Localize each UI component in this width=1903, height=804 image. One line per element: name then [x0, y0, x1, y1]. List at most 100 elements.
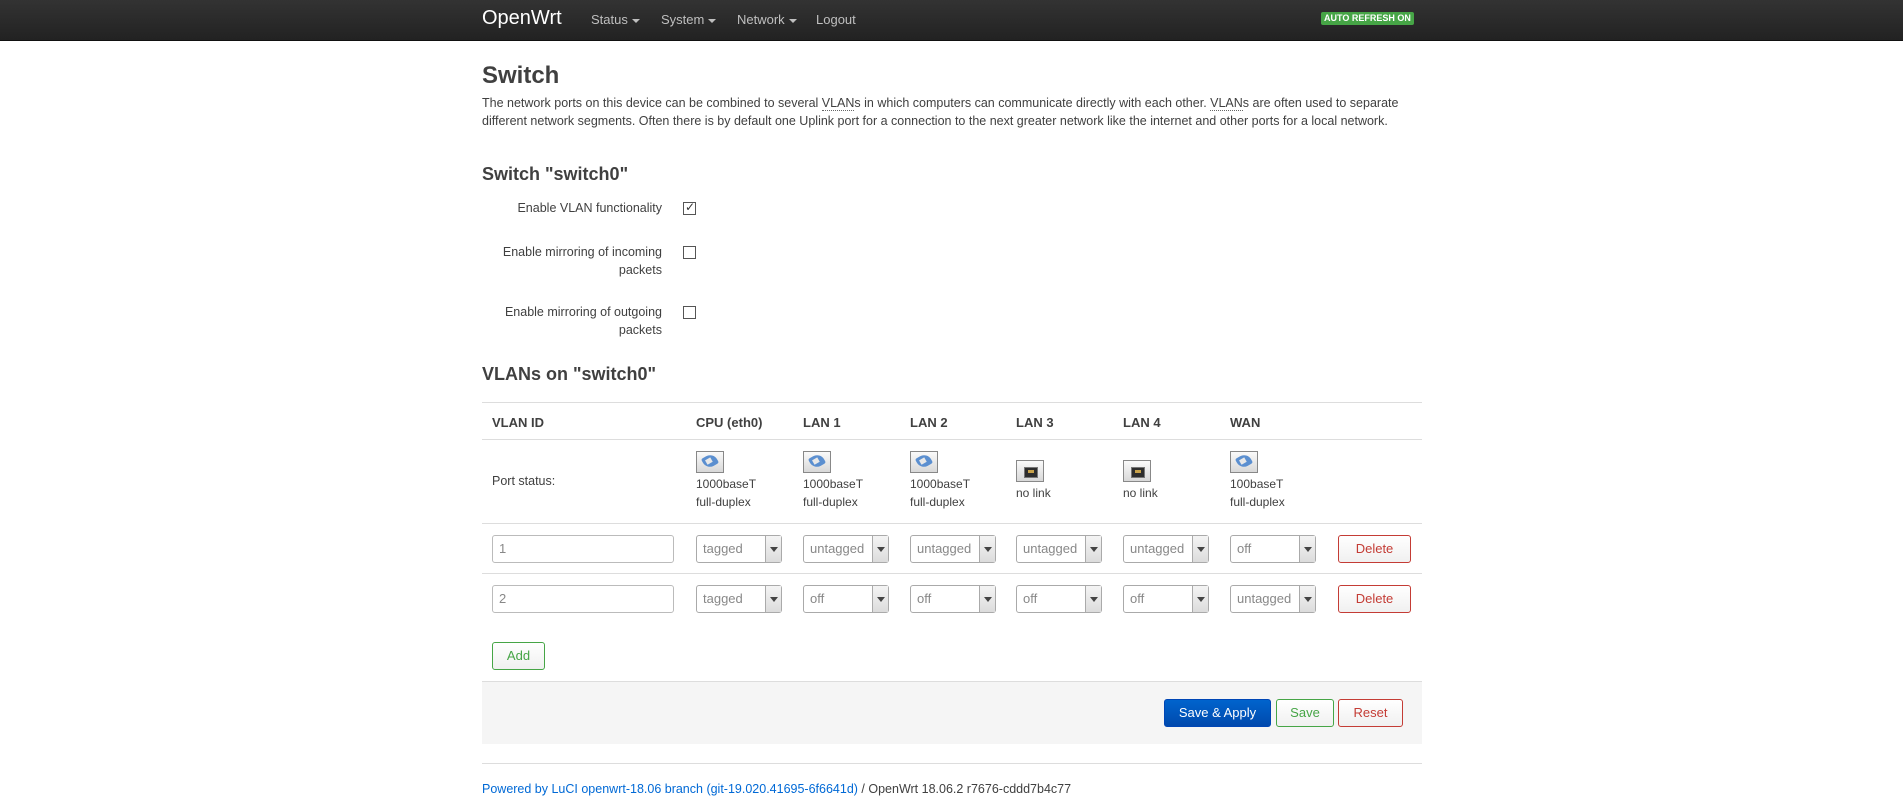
port-nolink-icon: [1016, 460, 1044, 482]
port-speed: 100baseT: [1230, 477, 1284, 491]
save-apply-button[interactable]: Save & Apply: [1164, 699, 1271, 727]
select-value: untagged: [917, 541, 972, 556]
select-value: tagged: [703, 541, 743, 556]
footer-divider: [482, 763, 1422, 764]
dropdown-arrow-icon: [872, 536, 888, 562]
port-select-cpu[interactable]: tagged: [696, 535, 782, 563]
menu-system-label: System: [661, 12, 705, 27]
table-divider: [482, 573, 1422, 574]
menu-logout[interactable]: Logout: [816, 12, 856, 27]
mirror-outgoing-checkbox[interactable]: [683, 306, 696, 319]
port-select-lan1[interactable]: untagged: [803, 535, 889, 563]
dropdown-arrow-icon: [979, 586, 995, 612]
port-duplex: full-duplex: [696, 495, 751, 509]
port-select-lan2[interactable]: off: [910, 585, 996, 613]
port-duplex: full-duplex: [803, 495, 858, 509]
delete-vlan-button[interactable]: Delete: [1338, 585, 1411, 613]
menu-network-label: Network: [737, 12, 785, 27]
port-status-wan: 100baseT full-duplex: [1230, 451, 1285, 511]
port-select-lan4[interactable]: untagged: [1123, 535, 1209, 563]
select-value: untagged: [1130, 541, 1185, 556]
menu-status-label: Status: [591, 12, 628, 27]
port-connected-icon: [1230, 451, 1258, 473]
header-wan: WAN: [1230, 415, 1261, 430]
vlan-section-title: VLANs on "switch0": [482, 364, 657, 384]
port-status-cpu: 1000baseT full-duplex: [696, 451, 756, 511]
select-value: untagged: [810, 541, 865, 556]
dropdown-arrow-icon: [1192, 586, 1208, 612]
select-value: tagged: [703, 591, 743, 606]
port-status-lan3: no link: [1016, 460, 1051, 502]
checkmark-icon: ✓: [685, 200, 696, 214]
table-divider: [482, 439, 1422, 440]
menu-status[interactable]: Status: [591, 12, 640, 27]
select-value: off: [917, 591, 932, 606]
table-divider: [482, 402, 1422, 403]
add-vlan-button[interactable]: Add: [492, 642, 545, 670]
port-select-wan[interactable]: off: [1230, 535, 1316, 563]
port-connected-icon: [696, 451, 724, 473]
header-vlan-id: VLAN ID: [492, 415, 544, 430]
port-duplex: full-duplex: [910, 495, 965, 509]
switch-section-title: Switch "switch0": [482, 164, 629, 184]
port-select-lan2[interactable]: untagged: [910, 535, 996, 563]
page-description: The network ports on this device can be …: [482, 94, 1402, 130]
brand-logo[interactable]: OpenWrt: [482, 7, 562, 30]
vlan-abbr: VLAN: [821, 96, 855, 111]
delete-vlan-button[interactable]: Delete: [1338, 535, 1411, 563]
select-value: off: [1023, 591, 1038, 606]
port-nolink-icon: [1123, 460, 1151, 482]
save-button[interactable]: Save: [1276, 699, 1334, 727]
select-value: off: [1237, 541, 1252, 556]
auto-refresh-badge[interactable]: AUTO REFRESH ON: [1321, 12, 1414, 25]
port-connected-icon: [803, 451, 831, 473]
port-select-lan4[interactable]: off: [1123, 585, 1209, 613]
dropdown-arrow-icon: [872, 586, 888, 612]
vlan-abbr: VLAN: [1210, 96, 1243, 111]
dropdown-arrow-icon: [765, 536, 781, 562]
luci-link[interactable]: Powered by LuCI openwrt-18.06 branch (gi…: [482, 782, 858, 796]
port-speed: no link: [1016, 486, 1051, 500]
mirror-incoming-checkbox[interactable]: [683, 246, 696, 259]
select-value: off: [810, 591, 825, 606]
header-lan4: LAN 4: [1123, 415, 1161, 430]
port-speed: no link: [1123, 486, 1158, 500]
desc-text: s in which computers can communicate dir…: [854, 96, 1211, 110]
caret-down-icon: [788, 18, 797, 23]
port-select-lan3[interactable]: off: [1016, 585, 1102, 613]
port-speed: 1000baseT: [696, 477, 757, 491]
dropdown-arrow-icon: [1085, 586, 1101, 612]
page-title: Switch: [482, 62, 560, 89]
caret-down-icon: [631, 18, 640, 23]
port-speed: 1000baseT: [910, 477, 971, 491]
menu-system[interactable]: System: [661, 12, 717, 27]
dropdown-arrow-icon: [1085, 536, 1101, 562]
option-mirror-incoming-label: Enable mirroring of incoming packets: [502, 245, 662, 277]
port-select-wan[interactable]: untagged: [1230, 585, 1316, 613]
header-lan3: LAN 3: [1016, 415, 1054, 430]
port-status-lan1: 1000baseT full-duplex: [803, 451, 863, 511]
dropdown-arrow-icon: [765, 586, 781, 612]
vlan-functionality-checkbox[interactable]: ✓: [683, 200, 696, 215]
port-duplex: full-duplex: [1230, 495, 1285, 509]
reset-button[interactable]: Reset: [1338, 699, 1403, 727]
vlan-id-input[interactable]: 2: [492, 585, 674, 613]
option-mirror-outgoing-label: Enable mirroring of outgoing packets: [504, 305, 662, 337]
port-select-cpu[interactable]: tagged: [696, 585, 782, 613]
port-select-lan1[interactable]: off: [803, 585, 889, 613]
port-status-label: Port status:: [492, 474, 556, 488]
vlan-id-input[interactable]: 1: [492, 535, 674, 563]
port-status-lan2: 1000baseT full-duplex: [910, 451, 970, 511]
top-navbar: OpenWrt Status System Network Logout AUT…: [0, 0, 1903, 41]
header-lan2: LAN 2: [910, 415, 948, 430]
caret-down-icon: [708, 18, 717, 23]
port-status-lan4: no link: [1123, 460, 1158, 502]
page-footer: Powered by LuCI openwrt-18.06 branch (gi…: [482, 782, 1071, 796]
dropdown-arrow-icon: [979, 536, 995, 562]
port-select-lan3[interactable]: untagged: [1016, 535, 1102, 563]
port-speed: 1000baseT: [803, 477, 864, 491]
menu-network[interactable]: Network: [737, 12, 797, 27]
select-value: off: [1130, 591, 1145, 606]
desc-text: The network ports on this device can be …: [482, 96, 822, 110]
header-cpu: CPU (eth0): [696, 415, 763, 430]
